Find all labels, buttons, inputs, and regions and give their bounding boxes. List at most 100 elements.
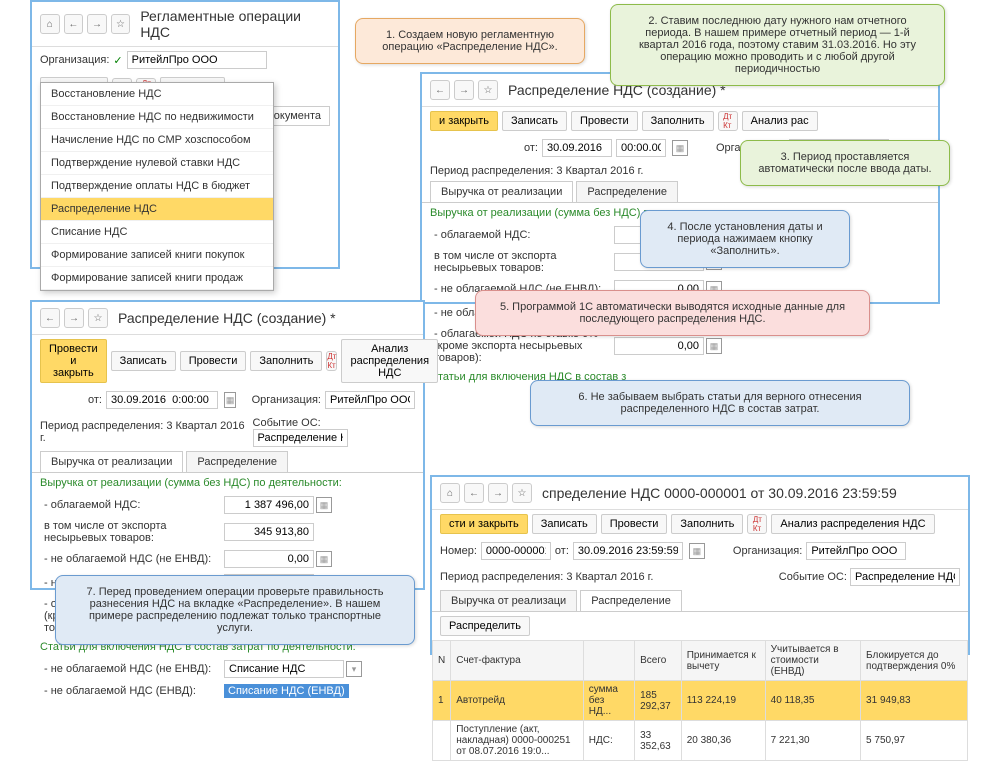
calc-icon[interactable]: ▦ bbox=[316, 497, 332, 513]
dd-item[interactable]: Списание НДС bbox=[41, 221, 273, 244]
date-input[interactable] bbox=[573, 542, 683, 560]
from-label: от: bbox=[88, 394, 102, 406]
table-row[interactable]: 1 Автотрейд сумма без НД... 185 292,37 1… bbox=[433, 681, 968, 721]
close-button[interactable]: сти и закрыть bbox=[440, 514, 528, 534]
tab-distribution[interactable]: Распределение bbox=[576, 181, 678, 202]
time-input[interactable] bbox=[616, 139, 666, 157]
dd-item[interactable]: Формирование записей книги покупок bbox=[41, 244, 273, 267]
f-input[interactable] bbox=[614, 337, 704, 355]
panel-dist-posted: ⌂ ← → ☆ спределение НДС 0000-000001 от 3… bbox=[430, 475, 970, 655]
fill-button[interactable]: Заполнить bbox=[671, 514, 743, 534]
event-label: Событие ОС: bbox=[779, 571, 847, 583]
calc-icon[interactable]: ▦ bbox=[316, 551, 332, 567]
from-label: от: bbox=[555, 545, 569, 557]
fill-button[interactable]: Заполнить bbox=[642, 111, 714, 131]
write-button[interactable]: Записать bbox=[111, 351, 176, 371]
cell-deduct: 20 380,36 bbox=[681, 721, 765, 761]
dd-item[interactable]: Начисление НДС по СМР хозспособом bbox=[41, 129, 273, 152]
analysis-button[interactable]: Анализ рас bbox=[742, 111, 818, 131]
back-icon[interactable]: ← bbox=[464, 483, 484, 503]
cal-icon[interactable]: ▦ bbox=[689, 543, 705, 559]
org-input[interactable] bbox=[127, 51, 267, 69]
fwd-icon[interactable]: → bbox=[87, 14, 107, 34]
tab-revenue[interactable]: Выручка от реализации bbox=[40, 451, 183, 472]
star-icon[interactable]: ☆ bbox=[478, 80, 498, 100]
calc-icon[interactable]: ▦ bbox=[706, 338, 722, 354]
dt-icon[interactable]: ДтКт bbox=[718, 111, 738, 131]
tab-distribution[interactable]: Распределение bbox=[580, 590, 682, 611]
analysis-button[interactable]: Анализ распределения НДС bbox=[341, 339, 438, 383]
tab-revenue[interactable]: Выручка от реализаци bbox=[440, 590, 577, 611]
write-button[interactable]: Записать bbox=[532, 514, 597, 534]
dt-icon[interactable]: ДтКт bbox=[326, 351, 337, 371]
close-button[interactable]: Провести и закрыть bbox=[40, 339, 107, 383]
dd-item[interactable]: Формирование записей книги продаж bbox=[41, 267, 273, 290]
f-label: - не облагаемой НДС (не ЕНВД): bbox=[44, 553, 224, 565]
tab-revenue[interactable]: Выручка от реализации bbox=[430, 181, 573, 202]
cell-deduct: 113 224,19 bbox=[681, 681, 765, 721]
analysis-button[interactable]: Анализ распределения НДС bbox=[771, 514, 934, 534]
callout-5: 5. Программой 1С автоматически выводятся… bbox=[475, 290, 870, 336]
num-input[interactable] bbox=[481, 542, 551, 560]
star-icon[interactable]: ☆ bbox=[111, 14, 131, 34]
f-label: - облагаемой НДС: bbox=[434, 229, 614, 241]
cal-icon[interactable]: ▦ bbox=[672, 140, 688, 156]
col-block: Блокируется до подтверждения 0% bbox=[861, 641, 968, 681]
dd-item[interactable]: Подтверждение оплаты НДС в бюджет bbox=[41, 175, 273, 198]
cal-icon[interactable]: ▦ bbox=[224, 392, 236, 408]
date-input[interactable] bbox=[542, 139, 612, 157]
f-input[interactable] bbox=[224, 550, 314, 568]
back-icon[interactable]: ← bbox=[64, 14, 84, 34]
dd-item-selected[interactable]: Распределение НДС bbox=[41, 198, 273, 221]
cell-cost: 7 221,30 bbox=[765, 721, 860, 761]
distribute-button[interactable]: Распределить bbox=[440, 616, 530, 636]
cell-total: 33 352,63 bbox=[635, 721, 682, 761]
panel3-title: Распределение НДС (создание) * bbox=[118, 310, 336, 326]
dist-table: N Счет-фактура Всего Принимается к вычет… bbox=[432, 640, 968, 761]
cell-inv: Автотрейд bbox=[451, 681, 584, 721]
star-icon[interactable]: ☆ bbox=[88, 308, 108, 328]
fill-button[interactable]: Заполнить bbox=[250, 351, 322, 371]
org-label: Организация: bbox=[252, 394, 321, 406]
cell-tag: сумма без НД... bbox=[583, 681, 634, 721]
home-icon[interactable]: ⌂ bbox=[440, 483, 460, 503]
f-input[interactable] bbox=[224, 496, 314, 514]
period-label: Период распределения: 3 Квартал 2016 г. bbox=[40, 420, 249, 444]
dd-item[interactable]: Восстановление НДС bbox=[41, 83, 273, 106]
callout-7: 7. Перед проведением операции проверьте … bbox=[55, 575, 415, 645]
f-input[interactable] bbox=[224, 523, 314, 541]
period-label: Период распределения: 3 Квартал 2016 г. bbox=[430, 165, 643, 177]
panel4-title: спределение НДС 0000-000001 от 30.09.201… bbox=[542, 485, 897, 501]
period-label: Период распределения: 3 Квартал 2016 г. bbox=[440, 571, 653, 583]
fwd-icon[interactable]: → bbox=[64, 308, 84, 328]
back-icon[interactable]: ← bbox=[430, 80, 450, 100]
dt-icon[interactable]: ДтКт bbox=[747, 514, 767, 534]
f-value-selected[interactable]: Списание НДС (ЕНВД) bbox=[224, 684, 349, 698]
ref-icon[interactable]: ▾ bbox=[346, 661, 362, 677]
dd-item[interactable]: Подтверждение нулевой ставки НДС bbox=[41, 152, 273, 175]
org-input[interactable] bbox=[325, 391, 415, 409]
fwd-icon[interactable]: → bbox=[488, 483, 508, 503]
home-icon[interactable]: ⌂ bbox=[40, 14, 60, 34]
post-button[interactable]: Провести bbox=[571, 111, 638, 131]
callout-3: 3. Период проставляется автоматически по… bbox=[740, 140, 950, 186]
back-icon[interactable]: ← bbox=[40, 308, 60, 328]
dd-item[interactable]: Восстановление НДС по недвижимости bbox=[41, 106, 273, 129]
write-button[interactable]: Записать bbox=[502, 111, 567, 131]
event-input[interactable] bbox=[850, 568, 960, 586]
cell-n bbox=[433, 721, 451, 761]
post-button[interactable]: Провести bbox=[180, 351, 247, 371]
org-input[interactable] bbox=[806, 542, 906, 560]
post-button[interactable]: Провести bbox=[601, 514, 668, 534]
event-input[interactable] bbox=[253, 429, 348, 447]
tab-distribution[interactable]: Распределение bbox=[186, 451, 288, 472]
fwd-icon[interactable]: → bbox=[454, 80, 474, 100]
callout-6: 6. Не забываем выбрать статьи для верног… bbox=[530, 380, 910, 426]
callout-2: 2. Ставим последнюю дату нужного нам отч… bbox=[610, 4, 945, 86]
close-button[interactable]: и закрыть bbox=[430, 111, 498, 131]
cell-inv: Поступление (акт, накладная) 0000-000251… bbox=[451, 721, 584, 761]
date-input[interactable] bbox=[106, 391, 218, 409]
table-row[interactable]: Поступление (акт, накладная) 0000-000251… bbox=[433, 721, 968, 761]
create-dropdown: Восстановление НДС Восстановление НДС по… bbox=[40, 82, 274, 291]
star-icon[interactable]: ☆ bbox=[512, 483, 532, 503]
